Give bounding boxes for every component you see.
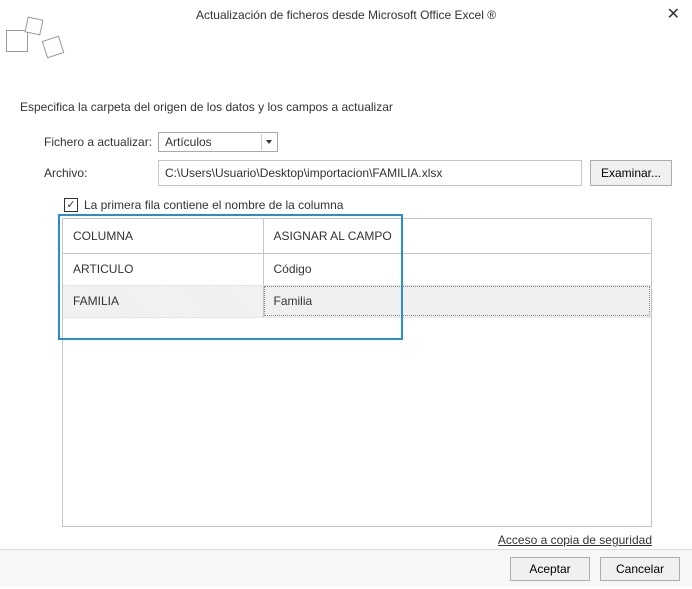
table-cell-column: ARTICULO — [63, 253, 263, 285]
file-path-label: Archivo: — [44, 166, 158, 180]
backup-link[interactable]: Acceso a copia de seguridad — [498, 533, 652, 547]
table-row[interactable]: FAMILIA Familia — [63, 285, 651, 317]
first-row-header-label: La primera fila contiene el nombre de la… — [84, 198, 343, 212]
table-header-column: COLUMNA — [63, 219, 263, 253]
close-icon[interactable]: ✕ — [661, 2, 686, 26]
first-row-header-checkbox[interactable] — [64, 198, 78, 212]
cancel-button[interactable]: Cancelar — [600, 557, 680, 581]
file-path-input[interactable] — [158, 160, 582, 186]
chevron-down-icon[interactable] — [261, 134, 276, 150]
file-to-update-label: Fichero a actualizar: — [44, 135, 158, 149]
table-cell-column: FAMILIA — [63, 285, 263, 317]
intro-text: Especifica la carpeta del origen de los … — [20, 100, 672, 114]
table-header-assign: ASIGNAR AL CAMPO — [263, 219, 651, 253]
app-logo-icon — [6, 14, 66, 64]
file-to-update-select[interactable]: Artículos — [158, 132, 278, 152]
browse-button[interactable]: Examinar... — [590, 160, 672, 186]
window-title: Actualización de ficheros desde Microsof… — [8, 8, 684, 22]
column-mapping-table: COLUMNA ASIGNAR AL CAMPO ARTICULO Código… — [62, 218, 652, 527]
table-row[interactable]: ARTICULO Código — [63, 253, 651, 285]
table-cell-assign[interactable]: Familia — [263, 285, 651, 317]
footer: Aceptar Cancelar — [0, 549, 692, 587]
table-cell-assign[interactable]: Código — [263, 253, 651, 285]
accept-button[interactable]: Aceptar — [510, 557, 590, 581]
select-value: Artículos — [158, 132, 278, 152]
